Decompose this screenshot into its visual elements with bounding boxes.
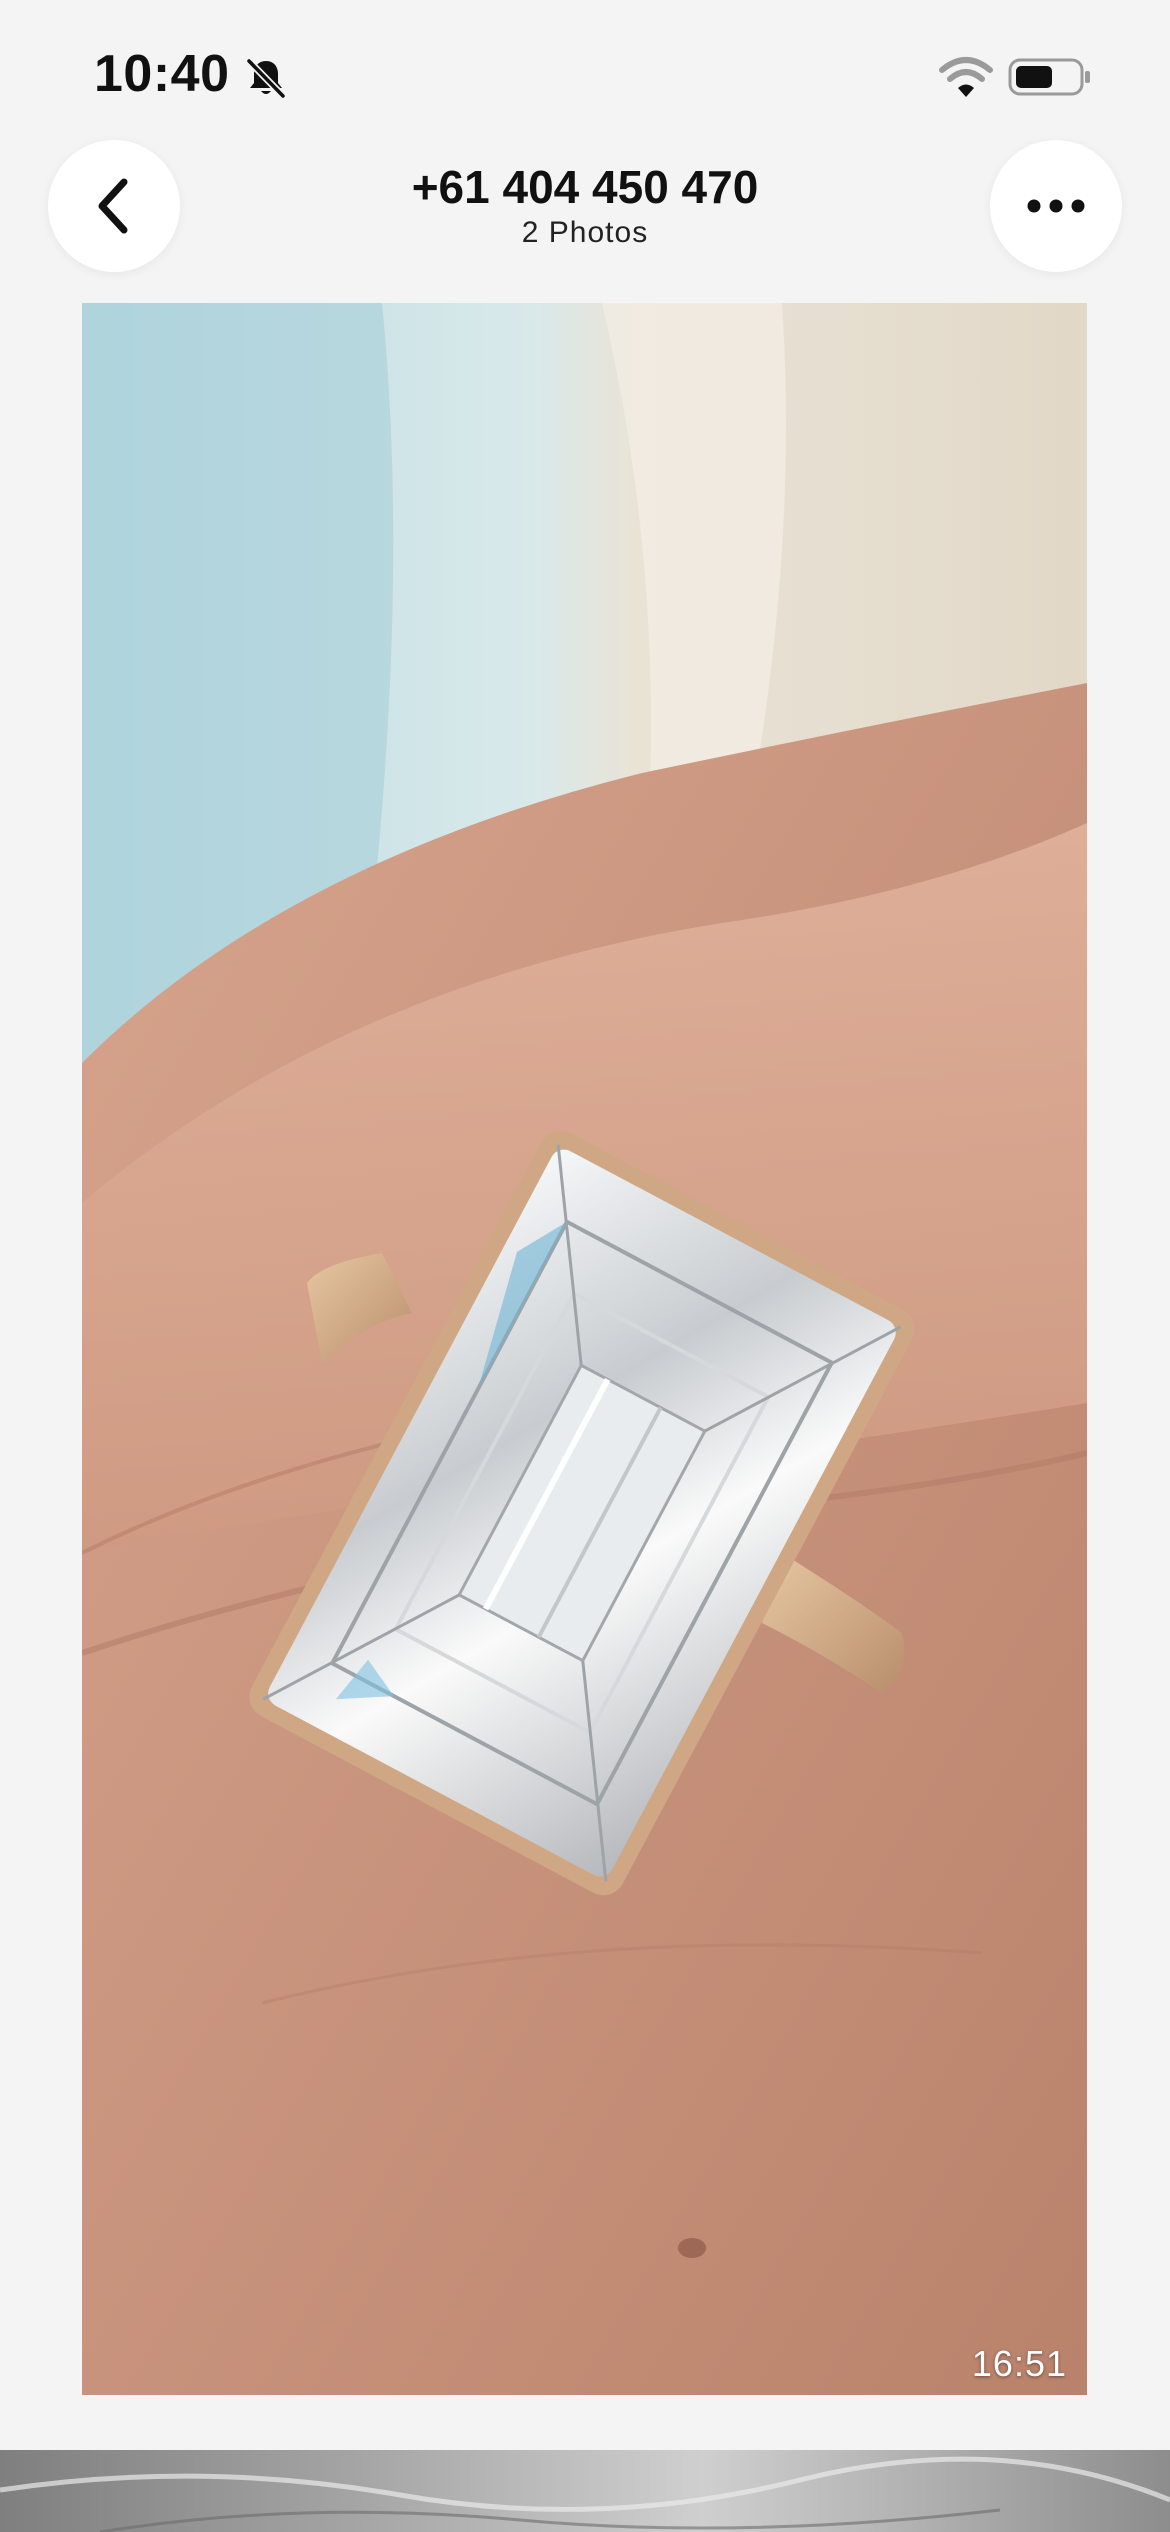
- header: +61 404 450 470 2 Photos: [0, 140, 1170, 300]
- photo-view[interactable]: 16:51: [82, 303, 1087, 2395]
- photo-timestamp: 16:51: [971, 2343, 1067, 2384]
- ring-photo: [82, 303, 1087, 2395]
- next-photo-preview[interactable]: [0, 2450, 1170, 2532]
- bell-slash-icon: [246, 58, 286, 99]
- ellipsis-icon: [1027, 199, 1085, 213]
- chevron-left-icon: [98, 178, 128, 234]
- battery-icon: [1008, 58, 1090, 96]
- photo-viewer-screen: 10:40 +61 404 450 470 2 Photos 16:51: [0, 0, 1170, 2532]
- status-bar: 10:40: [0, 0, 1170, 140]
- wifi-icon: [939, 57, 993, 97]
- status-time: 10:40: [94, 45, 230, 103]
- more-button[interactable]: [990, 140, 1122, 272]
- photo-count: 2 Photos: [521, 216, 649, 249]
- back-button[interactable]: [48, 140, 180, 272]
- next-photo-thumbnail: [0, 2450, 1170, 2532]
- contact-title: +61 404 450 470: [411, 161, 759, 213]
